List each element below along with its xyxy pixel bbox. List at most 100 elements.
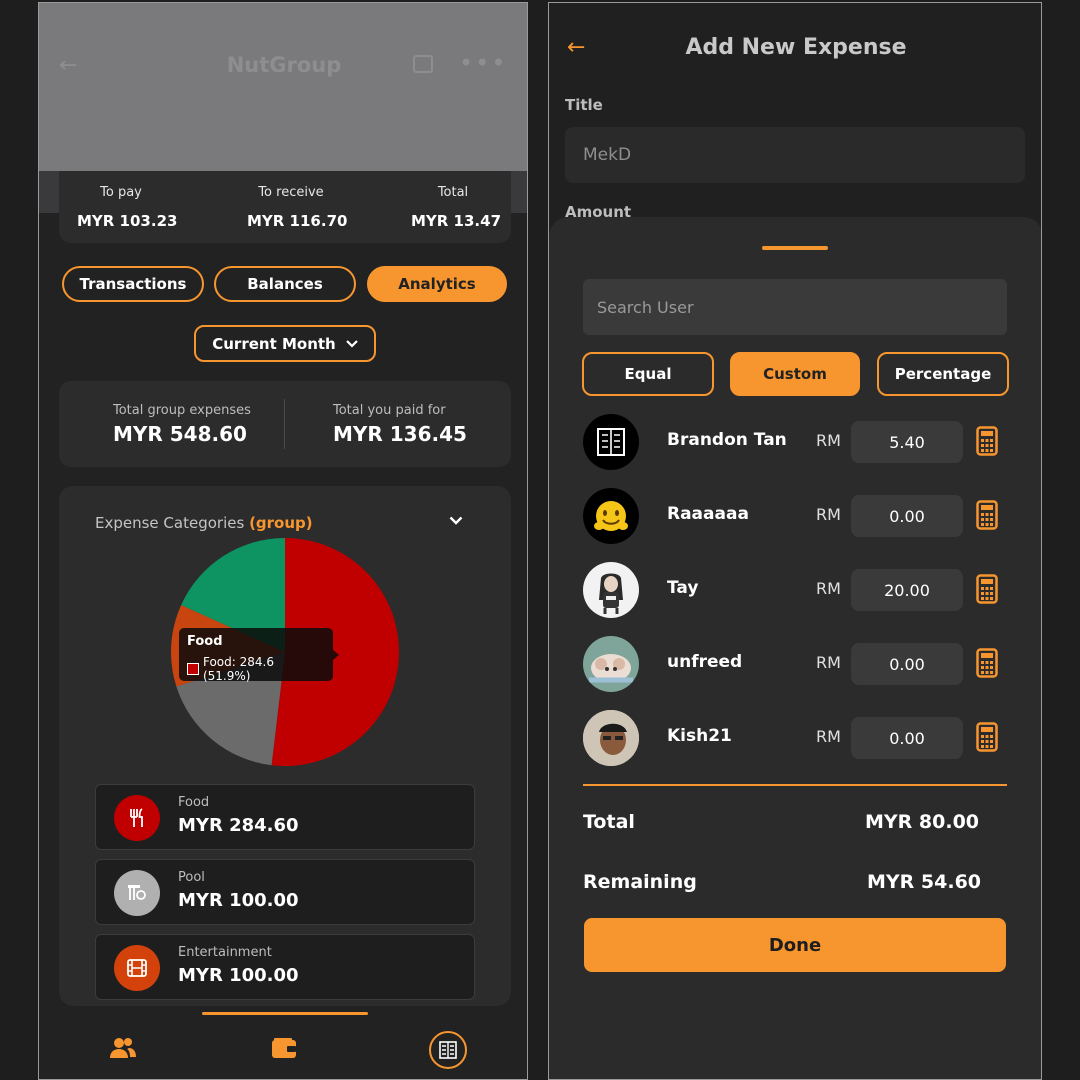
user-name: Raaaaaa	[667, 504, 749, 524]
category-row-pool[interactable]: Pool MYR 100.00	[95, 859, 475, 925]
calculator-icon[interactable]	[976, 574, 998, 608]
share-icon[interactable]	[413, 55, 433, 73]
split-percentage-button[interactable]: Percentage	[877, 352, 1009, 396]
tab-balances[interactable]: Balances	[214, 266, 356, 302]
category-name: Pool	[178, 870, 205, 885]
title-label: Title	[565, 96, 603, 114]
category-amount: MYR 100.00	[178, 965, 299, 986]
tooltip-title: Food	[187, 634, 223, 649]
calculator-icon[interactable]	[976, 426, 998, 460]
stats-divider	[284, 399, 285, 449]
split-custom-button[interactable]: Custom	[730, 352, 860, 396]
balance-summary-card: To pay MYR 103.23 To receive MYR 116.70 …	[59, 171, 511, 243]
you-paid-stat: Total you paid for MYR 136.45	[333, 403, 467, 446]
to-pay-summary: To pay MYR 103.23	[77, 185, 178, 230]
to-receive-summary: To receive MYR 116.70	[247, 185, 347, 230]
expense-categories-card: Expense Categories (group) Food Food: 28…	[59, 486, 511, 1006]
wallet-icon	[272, 1038, 296, 1058]
fork-knife-icon	[114, 795, 160, 841]
tooltip-arrow	[333, 650, 339, 660]
amount-input[interactable]: 20.00	[851, 569, 963, 611]
title-input[interactable]: MekD	[565, 127, 1025, 183]
categories-title-text: Expense Categories	[95, 514, 245, 532]
user-row-unfreed: unfreed RM 0.00	[583, 636, 1013, 692]
currency-label: RM	[816, 727, 841, 746]
person-photo-avatar	[583, 710, 639, 766]
remaining-value: MYR 54.60	[867, 871, 982, 893]
user-row-raaaaaa: Raaaaaa RM 0.00	[583, 488, 1013, 544]
tab-transactions[interactable]: Transactions	[62, 266, 204, 302]
total-label: Total	[437, 185, 469, 200]
tooltip-swatch	[187, 663, 199, 675]
user-name: Kish21	[667, 726, 732, 746]
tooltip-row: Food: 284.6 (51.9%)	[187, 655, 325, 683]
user-name: Tay	[667, 578, 699, 598]
film-icon	[114, 945, 160, 991]
categories-scope: (group)	[249, 514, 313, 532]
split-equal-button[interactable]: Equal	[582, 352, 714, 396]
amount-input[interactable]: 0.00	[851, 643, 963, 685]
cat-photo-avatar	[589, 654, 633, 683]
categories-collapse-icon[interactable]	[449, 510, 463, 529]
calculator-icon[interactable]	[976, 500, 998, 534]
chevron-down-icon	[449, 516, 463, 525]
category-row-entertainment[interactable]: Entertainment MYR 100.00	[95, 934, 475, 1000]
user-row-tay: Tay RM 20.00	[583, 562, 1013, 618]
total-label: Total	[583, 811, 635, 833]
currency-label: RM	[816, 431, 841, 450]
group-cover-image	[39, 3, 527, 171]
category-name: Food	[178, 795, 210, 810]
more-options-icon[interactable]: •••	[459, 49, 507, 77]
user-row-brandon-tan: Brandon Tan RM 5.40	[583, 414, 1013, 470]
month-selector[interactable]: Current Month	[194, 325, 376, 362]
you-paid-value: MYR 136.45	[333, 422, 467, 446]
nav-wallet[interactable]	[271, 1037, 297, 1065]
category-name: Entertainment	[178, 945, 272, 960]
screen-title: Add New Expense	[685, 35, 907, 60]
tab-analytics[interactable]: Analytics	[367, 266, 507, 302]
avatar	[583, 636, 639, 692]
avatar	[583, 488, 639, 544]
search-user-input[interactable]	[583, 279, 1007, 335]
month-selector-label: Current Month	[212, 334, 336, 353]
category-amount: MYR 284.60	[178, 815, 299, 836]
avatar	[583, 710, 639, 766]
nav-groups[interactable]	[429, 1031, 467, 1069]
tooltip-text: Food: 284.6 (51.9%)	[202, 655, 274, 683]
group-expenses-value: MYR 548.60	[113, 422, 247, 446]
anime-character-avatar	[599, 573, 623, 614]
avatar	[583, 562, 639, 618]
split-bottom-sheet: Equal Custom Percentage Brandon Tan RM 5…	[549, 217, 1041, 1079]
user-name: Brandon Tan	[667, 430, 787, 450]
category-row-food[interactable]: Food MYR 284.60	[95, 784, 475, 850]
to-pay-label: To pay	[100, 185, 142, 200]
to-pay-value: MYR 103.23	[77, 212, 178, 230]
pool-icon	[114, 870, 160, 916]
you-paid-label: Total you paid for	[333, 403, 446, 418]
group-expenses-label: Total group expenses	[113, 403, 251, 418]
to-receive-label: To receive	[258, 185, 324, 200]
smiley-face-icon	[594, 501, 628, 531]
chevron-down-icon	[345, 339, 358, 348]
user-name: unfreed	[667, 652, 743, 672]
active-nav-indicator	[202, 1012, 368, 1015]
expense-totals-card: Total group expenses MYR 548.60 Total yo…	[59, 381, 511, 467]
total-summary: Total MYR 13.47	[411, 185, 502, 230]
calculator-icon[interactable]	[976, 648, 998, 682]
amount-input[interactable]: 0.00	[851, 495, 963, 537]
done-button[interactable]: Done	[584, 918, 1006, 972]
pie-tooltip: Food Food: 284.6 (51.9%)	[179, 628, 333, 683]
totals-divider	[583, 784, 1007, 786]
categories-title: Expense Categories (group)	[95, 514, 313, 532]
avatar	[583, 414, 639, 470]
users-icon	[110, 1038, 136, 1058]
nav-friends[interactable]	[109, 1037, 137, 1065]
calculator-icon[interactable]	[976, 722, 998, 756]
sheet-drag-handle[interactable]	[762, 246, 828, 250]
amount-input[interactable]: 0.00	[851, 717, 963, 759]
total-value: MYR 13.47	[411, 212, 502, 230]
group-analytics-screen: ← NutGroup ••• To pay MYR 103.23 To rece…	[38, 2, 528, 1080]
group-title: NutGroup	[226, 53, 342, 77]
total-value: MYR 80.00	[865, 811, 980, 833]
amount-input[interactable]: 5.40	[851, 421, 963, 463]
